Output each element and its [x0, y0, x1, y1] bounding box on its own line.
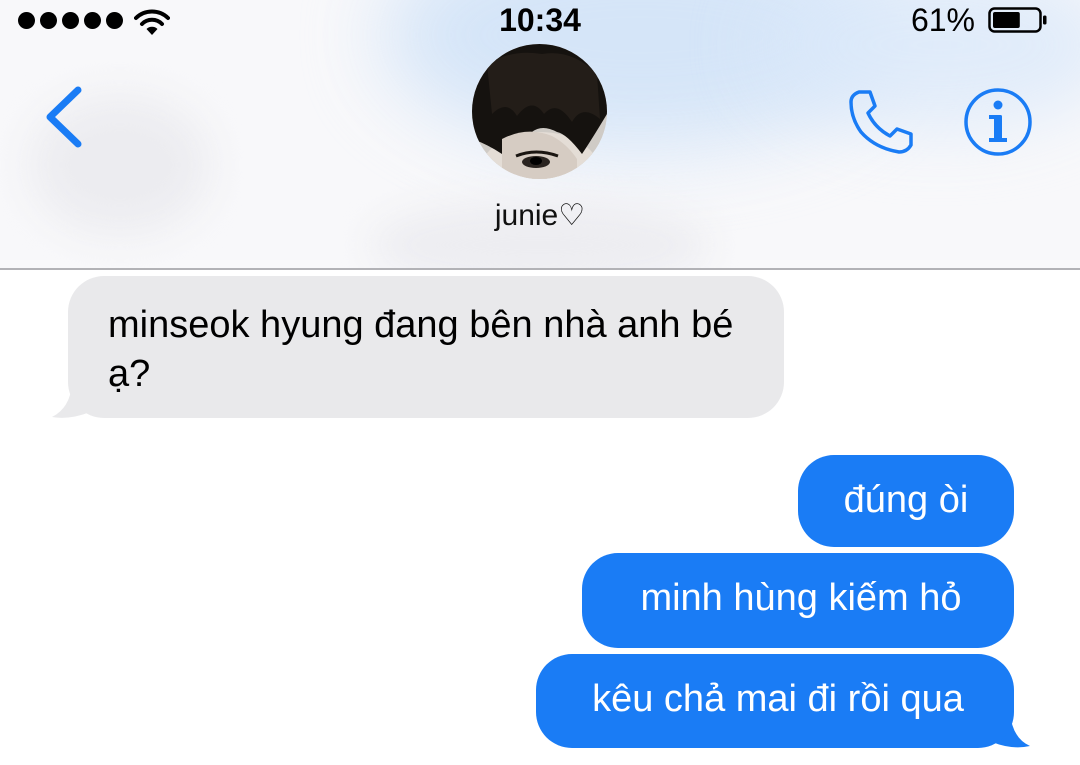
signal-dot: [62, 12, 79, 29]
wifi-icon: [134, 9, 170, 35]
chevron-left-icon: [46, 86, 82, 148]
message-bubble-outgoing[interactable]: kêu chả mai đi rồi qua: [536, 654, 1014, 748]
battery-icon: [988, 7, 1047, 33]
contact-name[interactable]: junie♡: [390, 198, 690, 233]
call-button[interactable]: [845, 86, 917, 158]
contact-avatar[interactable]: [472, 44, 607, 179]
phone-icon: [849, 90, 913, 154]
status-time: 10:34: [499, 2, 581, 38]
info-button[interactable]: [962, 86, 1034, 158]
battery-percentage: 61%: [910, 2, 975, 38]
message-bubble-outgoing[interactable]: đúng òi: [798, 455, 1014, 547]
signal-strength-icon: [18, 12, 123, 29]
message-bubble-incoming[interactable]: minseok hyung đang bên nhà anh bé ạ?: [68, 276, 784, 418]
signal-dot: [106, 12, 123, 29]
info-icon: [964, 88, 1032, 156]
messages-screen: 10:34 61% junie♡ minseok hyung đang bên …: [0, 0, 1080, 765]
header-divider: [0, 268, 1080, 270]
back-button[interactable]: [38, 82, 94, 152]
signal-dot: [40, 12, 57, 29]
conversation-header: 10:34 61% junie♡: [0, 0, 1080, 268]
message-bubble-outgoing[interactable]: minh hùng kiếm hỏ: [582, 553, 1014, 648]
avatar-photo: [472, 44, 607, 179]
signal-dot: [84, 12, 101, 29]
signal-dot: [18, 12, 35, 29]
